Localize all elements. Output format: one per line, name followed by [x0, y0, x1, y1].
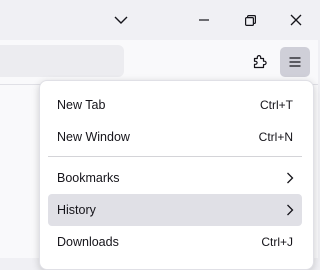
- menu-item-downloads[interactable]: Downloads Ctrl+J: [48, 226, 302, 258]
- menu-item-new-tab[interactable]: New Tab Ctrl+T: [48, 89, 302, 121]
- menu-item-label: New Tab: [57, 98, 106, 112]
- menu-item-new-window[interactable]: New Window Ctrl+N: [48, 121, 302, 153]
- extensions-button[interactable]: [246, 47, 274, 75]
- chevron-right-icon: [286, 172, 294, 184]
- menu-item-label: Downloads: [57, 235, 119, 249]
- navigation-toolbar: [0, 40, 318, 84]
- minimize-button[interactable]: [181, 0, 227, 40]
- chevron-down-icon: [114, 16, 128, 24]
- menu-item-bookmarks[interactable]: Bookmarks: [48, 162, 302, 194]
- minimize-icon: [199, 19, 209, 21]
- list-all-tabs-button[interactable]: [98, 0, 144, 40]
- title-bar: [0, 0, 318, 40]
- hamburger-menu-icon: [289, 57, 301, 67]
- address-bar[interactable]: [0, 45, 124, 77]
- close-button[interactable]: [273, 0, 319, 40]
- menu-item-history[interactable]: History: [48, 194, 302, 226]
- restore-button[interactable]: [227, 0, 273, 40]
- app-menu-panel: New Tab Ctrl+T New Window Ctrl+N Bookmar…: [39, 80, 314, 270]
- chevron-right-icon: [286, 204, 294, 216]
- restore-icon: [244, 14, 256, 26]
- menu-item-shortcut: Ctrl+T: [260, 98, 293, 112]
- menu-item-label: New Window: [57, 130, 130, 144]
- menu-item-shortcut: Ctrl+N: [258, 130, 293, 144]
- menu-item-label: History: [57, 203, 96, 217]
- menu-separator: [48, 156, 302, 157]
- puzzle-piece-icon: [253, 55, 267, 69]
- open-application-menu-button[interactable]: [280, 47, 310, 77]
- close-icon: [290, 14, 302, 26]
- menu-item-shortcut: Ctrl+J: [261, 235, 293, 249]
- menu-item-label: Bookmarks: [57, 171, 120, 185]
